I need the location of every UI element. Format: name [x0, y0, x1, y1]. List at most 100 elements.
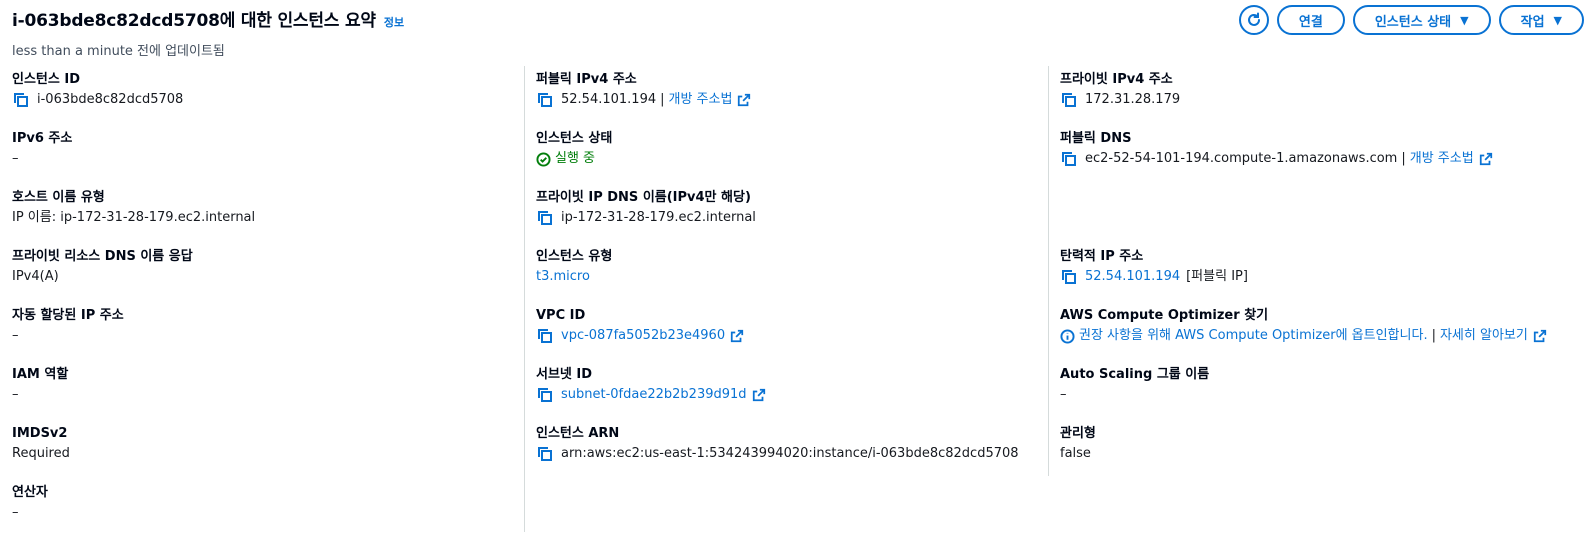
- field-instance-type: 인스턴스 유형 t3.micro: [536, 247, 1036, 306]
- opt-in-link[interactable]: 권장 사항을 위해 AWS Compute Optimizer에 옵트인합니다.: [1079, 326, 1428, 346]
- instance-type-link[interactable]: t3.micro: [536, 267, 590, 287]
- field-value: –: [12, 505, 19, 520]
- field-value: –: [12, 151, 19, 166]
- field-value: –: [12, 328, 19, 343]
- copy-icon[interactable]: [1060, 150, 1078, 168]
- field-label: 서브넷 ID: [536, 367, 593, 382]
- field-auto-ip: 자동 할당된 IP 주소 –: [12, 306, 512, 365]
- vpc-id-link[interactable]: vpc-087fa5052b23e4960: [561, 326, 725, 346]
- elastic-ip-link[interactable]: 52.54.101.194: [1085, 267, 1180, 287]
- instance-state-dropdown[interactable]: 인스턴스 상태 ▼: [1352, 5, 1491, 35]
- empty-slot: [1060, 188, 1590, 247]
- info-link[interactable]: 정보: [384, 14, 404, 30]
- field-value: IP 이름: ip-172-31-28-179.ec2.internal: [12, 210, 256, 225]
- field-label: 연산자: [12, 485, 48, 500]
- page-header: i-063bde8c82dcd5708에 대한 인스턴스 요약 정보: [12, 6, 404, 34]
- field-elastic-ip: 탄력적 IP 주소 52.54.101.194 [퍼블릭 IP]: [1060, 247, 1590, 306]
- field-label: 인스턴스 상태: [536, 131, 613, 146]
- separator: |: [1401, 151, 1406, 166]
- open-address-link[interactable]: 개방 주소법: [1410, 149, 1474, 169]
- field-label: 프라이빗 IPv4 주소: [1060, 72, 1173, 87]
- field-subnet-id: 서브넷 ID subnet-0fdae22b2b239d91d: [536, 365, 1036, 424]
- separator: |: [1431, 328, 1436, 343]
- field-label: 인스턴스 ID: [12, 72, 80, 87]
- subnet-id-link[interactable]: subnet-0fdae22b2b239d91d: [561, 385, 747, 405]
- separator: |: [660, 92, 665, 107]
- caret-down-icon: ▼: [1460, 13, 1469, 27]
- actions-label: 작업: [1520, 14, 1545, 30]
- field-label: IMDSv2: [12, 426, 68, 441]
- check-circle-icon: [536, 151, 551, 167]
- field-imdsv2: IMDSv2 Required: [12, 424, 512, 483]
- field-iam-role: IAM 역할 –: [12, 365, 512, 424]
- field-value: ip-172-31-28-179.ec2.internal: [561, 210, 756, 225]
- copy-icon[interactable]: [12, 91, 30, 109]
- status-text: 실행 중: [555, 151, 596, 166]
- copy-icon[interactable]: [536, 91, 554, 109]
- field-private-ipv4: 프라이빗 IPv4 주소 172.31.28.179: [1060, 70, 1590, 129]
- info-icon: [1060, 328, 1075, 344]
- field-ipv6: IPv6 주소 –: [12, 129, 512, 188]
- open-address-link[interactable]: 개방 주소법: [669, 90, 733, 110]
- field-value: Required: [12, 446, 70, 461]
- column-divider: [1048, 66, 1049, 476]
- instance-state-label: 인스턴스 상태: [1374, 14, 1452, 30]
- field-value: 172.31.28.179: [1085, 92, 1181, 107]
- field-operator: 연산자 –: [12, 483, 512, 537]
- field-compute-optimizer: AWS Compute Optimizer 찾기 권장 사항을 위해 AWS C…: [1060, 306, 1590, 365]
- field-vpc-id: VPC ID vpc-087fa5052b23e4960: [536, 306, 1036, 365]
- copy-icon[interactable]: [536, 327, 554, 345]
- column-divider: [524, 66, 525, 532]
- learn-more-link[interactable]: 자세히 알아보기: [1440, 326, 1528, 346]
- field-hostname-type: 호스트 이름 유형 IP 이름: ip-172-31-28-179.ec2.in…: [12, 188, 512, 247]
- connect-label: 연결: [1298, 14, 1323, 30]
- refresh-button[interactable]: [1238, 5, 1269, 35]
- field-value: i-063bde8c82dcd5708: [37, 92, 184, 107]
- field-label: 자동 할당된 IP 주소: [12, 308, 124, 323]
- field-private-ip-dns: 프라이빗 IP DNS 이름(IPv4만 해당) ip-172-31-28-17…: [536, 188, 1036, 247]
- field-asg-name: Auto Scaling 그룹 이름 –: [1060, 365, 1590, 424]
- field-label: 호스트 이름 유형: [12, 190, 105, 205]
- connect-button[interactable]: 연결: [1276, 5, 1345, 35]
- field-private-dns-answer: 프라이빗 리소스 DNS 이름 응답 IPv4(A): [12, 247, 512, 306]
- copy-icon[interactable]: [536, 209, 554, 227]
- field-label: VPC ID: [536, 308, 586, 323]
- field-label: 탄력적 IP 주소: [1060, 249, 1144, 264]
- field-label: 관리형: [1060, 426, 1096, 441]
- field-label: 프라이빗 IP DNS 이름(IPv4만 해당): [536, 190, 751, 205]
- field-instance-arn: 인스턴스 ARN arn:aws:ec2:us-east-1:534243994…: [536, 424, 1036, 483]
- field-label: AWS Compute Optimizer 찾기: [1060, 308, 1269, 323]
- field-label: Auto Scaling 그룹 이름: [1060, 367, 1210, 382]
- field-managed: 관리형 false: [1060, 424, 1590, 483]
- external-link-icon[interactable]: [737, 93, 751, 107]
- field-value: ec2-52-54-101-194.compute-1.amazonaws.co…: [1085, 151, 1398, 166]
- field-value: –: [12, 387, 19, 402]
- external-link-icon[interactable]: [752, 388, 766, 402]
- header-actions: 연결 인스턴스 상태 ▼ 작업 ▼: [1238, 5, 1584, 35]
- field-value: false: [1060, 446, 1091, 461]
- external-link-icon[interactable]: [1479, 152, 1493, 166]
- last-updated-text: less than a minute 전에 업데이트됨: [12, 44, 225, 59]
- copy-icon[interactable]: [1060, 91, 1078, 109]
- field-label: 퍼블릭 DNS: [1060, 131, 1132, 146]
- external-link-icon[interactable]: [1533, 329, 1547, 343]
- field-instance-state: 인스턴스 상태 실행 중: [536, 129, 1036, 188]
- field-label: IAM 역할: [12, 367, 69, 382]
- field-label: 인스턴스 ARN: [536, 426, 620, 441]
- public-ip-tag: [퍼블릭 IP]: [1186, 269, 1248, 284]
- field-label: 퍼블릭 IPv4 주소: [536, 72, 637, 87]
- field-label: 인스턴스 유형: [536, 249, 613, 264]
- field-value: arn:aws:ec2:us-east-1:534243994020:insta…: [561, 446, 1019, 461]
- field-label: 프라이빗 리소스 DNS 이름 응답: [12, 249, 193, 264]
- actions-dropdown[interactable]: 작업 ▼: [1498, 5, 1584, 35]
- details-column-2: 퍼블릭 IPv4 주소 52.54.101.194 | 개방 주소법 인스턴스 …: [536, 70, 1036, 483]
- copy-icon[interactable]: [536, 386, 554, 404]
- field-public-ipv4: 퍼블릭 IPv4 주소 52.54.101.194 | 개방 주소법: [536, 70, 1036, 129]
- copy-icon[interactable]: [536, 445, 554, 463]
- field-public-dns: 퍼블릭 DNS ec2-52-54-101-194.compute-1.amaz…: [1060, 129, 1590, 188]
- copy-icon[interactable]: [1060, 268, 1078, 286]
- details-column-1: 인스턴스 ID i-063bde8c82dcd5708 IPv6 주소 – 호스…: [12, 70, 512, 537]
- caret-down-icon: ▼: [1553, 13, 1562, 27]
- details-column-3: 프라이빗 IPv4 주소 172.31.28.179 퍼블릭 DNS ec2-5…: [1060, 70, 1590, 483]
- external-link-icon[interactable]: [730, 329, 744, 343]
